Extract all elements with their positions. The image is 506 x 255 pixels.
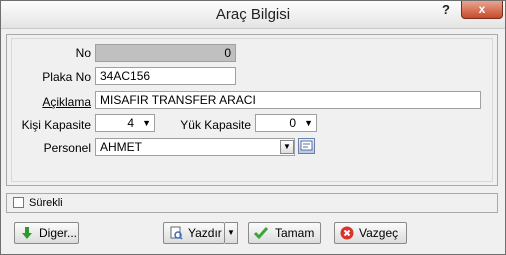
- aciklama-field[interactable]: MISAFIR TRANSFER ARACI: [95, 91, 481, 109]
- vazgec-label: Vazgeç: [359, 226, 399, 240]
- kisi-kapasite-label: Kişi Kapasite: [21, 118, 91, 132]
- yazdir-dropdown-button[interactable]: ▼: [225, 222, 238, 244]
- yazdir-button[interactable]: Yazdır: [163, 222, 225, 244]
- surekli-strip: Sürekli: [6, 193, 498, 213]
- tamam-button[interactable]: Tamam: [248, 222, 321, 244]
- personel-lookup-button[interactable]: [298, 138, 315, 154]
- window-title: Araç Bilgisi: [215, 6, 291, 23]
- surekli-label: Sürekli: [29, 197, 63, 209]
- lookup-icon: [300, 140, 313, 151]
- checkmark-icon: [254, 227, 268, 240]
- close-icon: x: [478, 2, 486, 16]
- close-button[interactable]: x: [461, 1, 503, 19]
- vazgec-button[interactable]: Vazgeç: [334, 222, 407, 244]
- personel-label: Personel: [43, 141, 91, 155]
- yazdir-label: Yazdır: [188, 226, 222, 240]
- help-button[interactable]: ?: [437, 2, 455, 18]
- yuk-kapasite-label: Yük Kapasite: [180, 118, 251, 132]
- no-field: 0: [95, 44, 236, 62]
- chevron-down-icon: ▼: [142, 118, 151, 128]
- cancel-icon: [340, 226, 354, 240]
- aciklama-label: Açiklama: [42, 95, 91, 109]
- arrow-down-icon: [22, 227, 32, 239]
- plaka-field[interactable]: 34AC156: [95, 67, 236, 85]
- print-preview-icon: [170, 226, 183, 240]
- yuk-kapasite-value: 0: [289, 116, 296, 130]
- no-label: No: [75, 46, 91, 60]
- dialog-window: Araç Bilgisi ? x No 0 Plaka No 34AC156 A…: [0, 0, 506, 255]
- surekli-checkbox[interactable]: [13, 197, 24, 208]
- diger-label: Diger...: [39, 226, 78, 240]
- yuk-kapasite-select[interactable]: 0 ▼: [255, 114, 317, 132]
- title-bar: Araç Bilgisi ? x: [1, 1, 505, 29]
- diger-button[interactable]: Diger...: [14, 222, 79, 244]
- personel-field[interactable]: AHMET: [95, 138, 295, 156]
- chevron-down-icon: ▼: [304, 118, 313, 128]
- personel-dropdown-button[interactable]: ▼: [280, 140, 294, 154]
- tamam-label: Tamam: [275, 226, 315, 240]
- kisi-kapasite-select[interactable]: 4 ▼: [95, 114, 155, 132]
- plaka-label: Plaka No: [42, 70, 91, 84]
- kisi-kapasite-value: 4: [127, 116, 134, 130]
